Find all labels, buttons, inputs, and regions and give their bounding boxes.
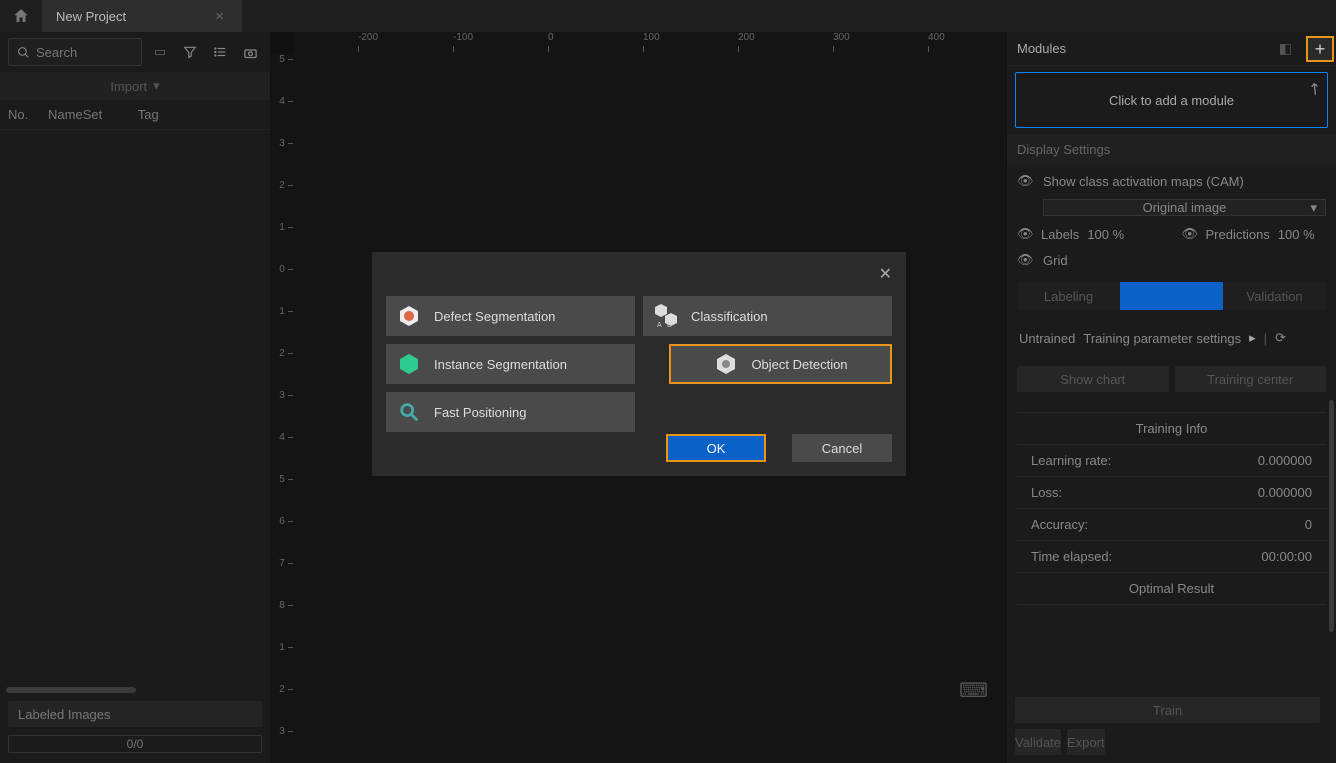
v-scrollbar[interactable] <box>1329 400 1334 632</box>
show-chart-button[interactable]: Show chart <box>1017 366 1169 392</box>
list-icon[interactable] <box>208 40 232 64</box>
param-settings-link[interactable]: Training parameter settings <box>1083 331 1241 346</box>
display-settings-title: Display Settings <box>1007 134 1336 165</box>
hexagon-grey-icon <box>713 351 739 377</box>
search-icon <box>17 46 30 59</box>
classification-icon: AB <box>653 303 679 329</box>
type-instance-segmentation[interactable]: Instance Segmentation <box>386 344 635 384</box>
arrow-icon: ↗ <box>1302 77 1326 100</box>
col-tag[interactable]: Tag <box>123 107 159 122</box>
close-icon[interactable]: × <box>215 8 224 25</box>
add-module-area[interactable]: Click to add a module ↗ <box>1015 72 1328 128</box>
tab-title: New Project <box>56 9 126 24</box>
eye-icon[interactable]: 👁 <box>1182 226 1198 242</box>
type-defect-segmentation[interactable]: Defect Segmentation <box>386 296 635 336</box>
col-name[interactable]: Name <box>48 107 83 122</box>
validate-button[interactable]: Validate <box>1015 729 1061 755</box>
svg-text:A: A <box>657 322 662 329</box>
keyboard-icon[interactable]: ⌨ <box>959 678 988 703</box>
filter-icon[interactable] <box>178 40 202 64</box>
cancel-button[interactable]: Cancel <box>792 434 892 462</box>
import-button[interactable]: Import ▾ <box>0 72 270 100</box>
tab-training[interactable]: Training <box>1120 282 1223 310</box>
add-module-button[interactable]: + <box>1306 36 1334 62</box>
grid-label: Grid <box>1043 253 1068 268</box>
eye-icon[interactable]: 👁 <box>1017 252 1033 268</box>
search-input[interactable]: Search <box>8 38 142 66</box>
search-placeholder: Search <box>36 45 77 60</box>
magnifier-icon <box>396 399 422 425</box>
chevron-right-icon: ▸ <box>1249 330 1256 346</box>
refresh-icon[interactable]: ⟳ <box>1275 330 1286 346</box>
type-classification[interactable]: AB Classification <box>643 296 892 336</box>
camera-icon[interactable] <box>238 40 262 64</box>
svg-text:B: B <box>667 322 672 329</box>
eye-icon[interactable]: 👁 <box>1017 173 1033 189</box>
chevron-down-icon: ▾ <box>1310 200 1317 216</box>
ruler-vertical: 54321012345678123 <box>271 54 293 763</box>
hexagon-green-icon <box>396 351 422 377</box>
type-object-detection[interactable]: Object Detection <box>669 344 892 384</box>
ok-button[interactable]: OK <box>666 434 766 462</box>
left-panel: Search ▭ Import ▾ No. Name Set Tag Label… <box>0 32 271 763</box>
image-mode-select[interactable]: Original image ▾ <box>1043 199 1326 216</box>
right-panel: Modules ◧ + Click to add a module ↗ Disp… <box>1006 32 1336 763</box>
layout-icon[interactable]: ◧ <box>1279 40 1292 57</box>
modules-title: Modules <box>1017 41 1066 56</box>
ruler-horizontal: -300-200-1000100200300400500600 <box>293 32 1006 54</box>
eye-icon[interactable]: 👁 <box>1017 226 1033 242</box>
train-button[interactable]: Train <box>1015 697 1320 723</box>
close-icon[interactable]: ✕ <box>879 264 892 284</box>
home-button[interactable] <box>0 0 42 32</box>
tab-labeling[interactable]: Labeling <box>1017 282 1120 310</box>
image-list <box>0 130 270 687</box>
h-scrollbar[interactable] <box>6 687 264 693</box>
training-info-title: Training Info <box>1017 413 1326 445</box>
type-fast-positioning[interactable]: Fast Positioning <box>386 392 635 432</box>
training-status: Untrained <box>1019 331 1075 346</box>
col-set[interactable]: Set <box>83 107 123 122</box>
module-type-dialog: ✕ Defect Segmentation AB Classification … <box>372 252 906 476</box>
view-icon[interactable]: ▭ <box>148 40 172 64</box>
project-tab[interactable]: New Project × <box>42 0 242 32</box>
labeled-images[interactable]: Labeled Images <box>8 701 262 727</box>
labeled-counter: 0/0 <box>8 735 262 753</box>
training-center-button[interactable]: Training center <box>1175 366 1327 392</box>
hexagon-icon <box>396 303 422 329</box>
optimal-title: Optimal Result <box>1017 573 1326 605</box>
col-no[interactable]: No. <box>8 107 48 122</box>
chevron-down-icon: ▾ <box>153 78 160 94</box>
export-button[interactable]: Export <box>1067 729 1105 755</box>
tab-validation[interactable]: Validation <box>1223 282 1326 310</box>
cam-label: Show class activation maps (CAM) <box>1043 174 1244 189</box>
